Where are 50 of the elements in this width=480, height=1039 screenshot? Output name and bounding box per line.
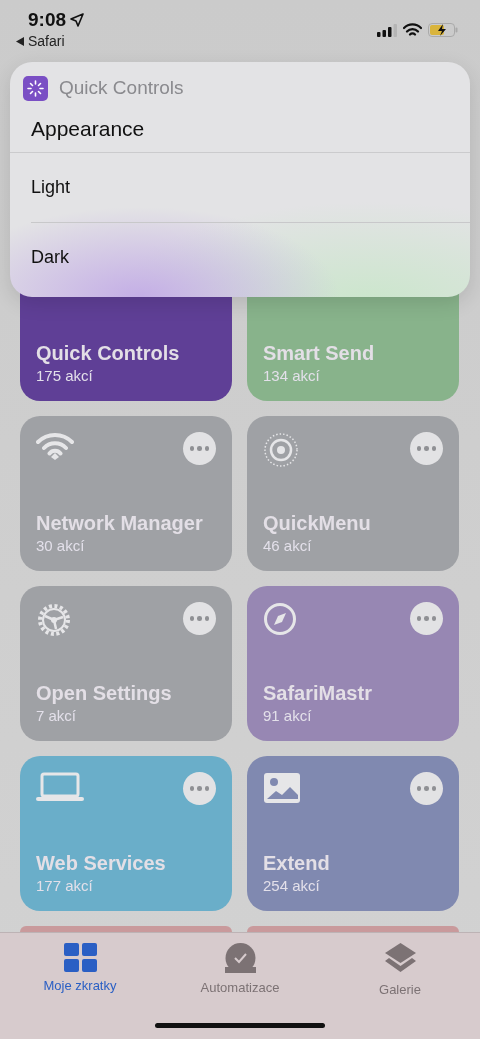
shortcut-title: Smart Send (263, 341, 376, 366)
action-count: 91 akcí (263, 707, 313, 725)
menu-option[interactable]: Light (31, 153, 470, 223)
action-count: 177 akcí (36, 877, 94, 895)
shortcut-title: Network Manager (36, 511, 204, 536)
clock-check-icon (224, 943, 256, 974)
tab-bar-item[interactable]: Galerie (320, 943, 480, 1001)
battery-charging-icon (428, 23, 458, 37)
shortcut-title: Quick Controls (36, 341, 181, 366)
more-button[interactable] (183, 772, 216, 805)
wifi-icon (36, 432, 74, 460)
more-button[interactable] (410, 432, 443, 465)
action-count: 254 akcí (263, 877, 321, 895)
shortcut-card[interactable]: Open Settings 7 akcí (20, 586, 232, 741)
grid-icon (63, 943, 97, 972)
laptop-icon (36, 772, 84, 802)
shortcut-card[interactable]: QuickMenu 46 akcí (247, 416, 459, 571)
photo-icon (263, 772, 301, 804)
shortcut-title: Extend (263, 851, 331, 876)
action-count: 30 akcí (36, 537, 86, 555)
action-count: 175 akcí (36, 367, 94, 385)
more-button[interactable] (183, 602, 216, 635)
shortcut-card[interactable]: SafariMastr 91 akcí (247, 586, 459, 741)
compass-icon (263, 602, 297, 636)
more-button[interactable] (183, 432, 216, 465)
shortcut-card[interactable]: Web Services 177 akcí (20, 756, 232, 911)
wifi-icon (403, 23, 422, 37)
more-button[interactable] (410, 602, 443, 635)
tab-bar-item[interactable]: Automatizace (160, 943, 320, 1001)
action-count: 7 akcí (36, 707, 78, 725)
signal-icon (377, 23, 397, 37)
gear-icon (36, 602, 72, 638)
shortcut-card[interactable]: Extend 254 akcí (247, 756, 459, 911)
app-name: Quick Controls (59, 77, 184, 99)
location-arrow-icon (70, 13, 85, 27)
action-count: 134 akcí (263, 367, 321, 385)
shortcut-title: Open Settings (36, 681, 173, 706)
clock-time: 9:08 (28, 9, 67, 31)
back-to-app-link[interactable]: Safari (28, 33, 65, 49)
shortcut-card[interactable]: Network Manager 30 akcí (20, 416, 232, 571)
more-button[interactable] (410, 772, 443, 805)
tab-bar-item[interactable]: Moje zkratky (0, 943, 160, 1001)
menu-title: Appearance (10, 100, 470, 153)
back-triangle-icon[interactable] (16, 36, 24, 46)
shortcut-title: QuickMenu (263, 511, 372, 536)
shortcut-title: SafariMastr (263, 681, 373, 706)
shortcut-title: Web Services (36, 851, 167, 876)
shortcut-app-icon (23, 75, 48, 101)
action-count: 46 akcí (263, 537, 313, 555)
target-icon (263, 432, 299, 468)
